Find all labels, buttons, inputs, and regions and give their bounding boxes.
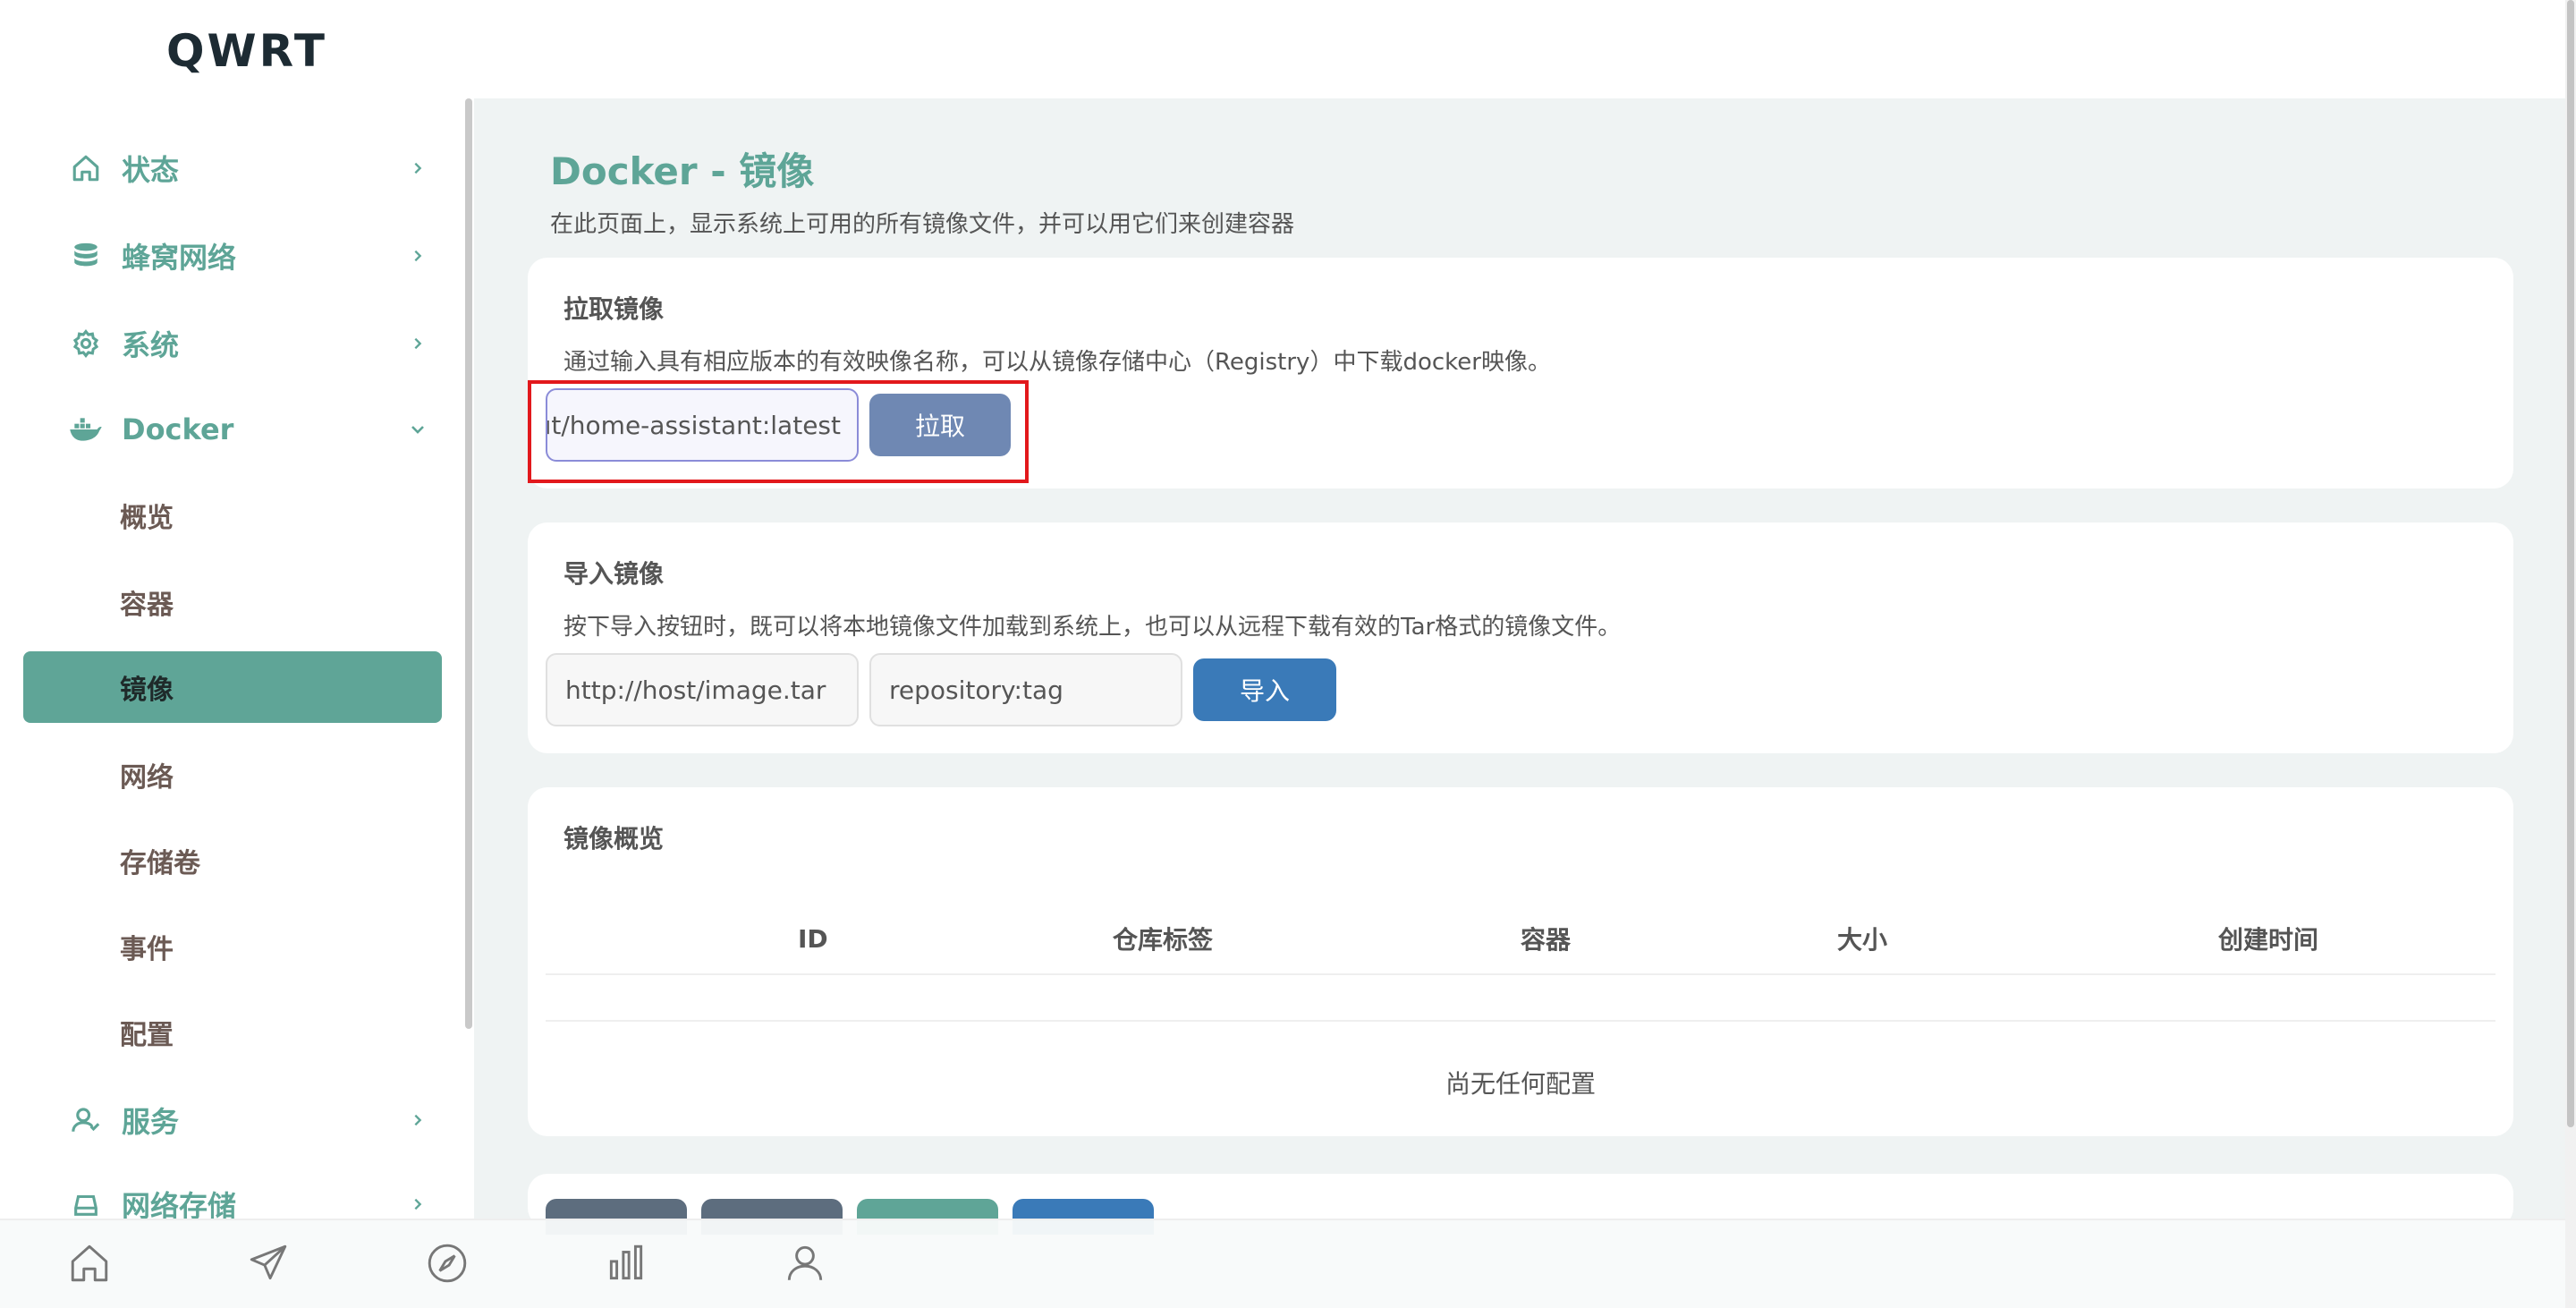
import-button[interactable]: 导入: [1193, 658, 1336, 721]
chevron-right-icon: [406, 1108, 429, 1132]
sidebar-subitem-images[interactable]: 镜像: [23, 651, 442, 723]
import-image-title: 导入镜像: [564, 559, 665, 589]
column-header-containers: 容器: [1521, 925, 1572, 955]
table-header: ID 仓库标签 容器 大小 创建时间: [546, 904, 2496, 975]
page-scrollbar[interactable]: [2565, 0, 2576, 1308]
sidebar-item-label: 状态: [122, 153, 180, 187]
import-image-card: 导入镜像 按下导入按钮时，既可以将本地镜像文件加载到系统上，也可以从远程下载有效…: [528, 522, 2513, 753]
home-icon: [68, 150, 104, 186]
sidebar: 状态 蜂窝网络 系统 Docker 概览 容器 镜像 网络 存储卷 事件 配置 …: [0, 98, 474, 1219]
docker-icon: [68, 412, 104, 447]
main-content: Docker - 镜像 在此页面上，显示系统上可用的所有镜像文件，并可以用它们来…: [474, 98, 2576, 1235]
column-header-id: ID: [798, 923, 828, 954]
image-overview-card: 镜像概览 ID 仓库标签 容器 大小 创建时间 尚无任何配置: [528, 787, 2513, 1136]
sidebar-item-system[interactable]: 系统: [23, 308, 442, 379]
sidebar-item-network-storage[interactable]: 网络存储: [23, 1168, 442, 1219]
user-icon[interactable]: [778, 1236, 832, 1290]
sidebar-subitem-volumes[interactable]: 存储卷: [23, 825, 442, 896]
sidebar-item-label: 服务: [122, 1105, 180, 1139]
bar-chart-icon[interactable]: [599, 1236, 653, 1290]
sidebar-subitem-containers[interactable]: 容器: [23, 566, 442, 638]
top-header: QWRT: [0, 0, 2576, 98]
sidebar-subitem-config[interactable]: 配置: [23, 997, 442, 1068]
chevron-right-icon: [406, 244, 429, 268]
sidebar-scrollbar[interactable]: [465, 98, 472, 1029]
column-header-size: 大小: [1837, 925, 1888, 955]
import-image-description: 按下导入按钮时，既可以将本地镜像文件加载到系统上，也可以从远程下载有效的Tar格…: [564, 614, 1622, 641]
storage-icon: [68, 1186, 104, 1219]
sidebar-item-docker[interactable]: Docker: [23, 394, 442, 465]
database-icon: [68, 238, 104, 274]
chevron-right-icon: [406, 1193, 429, 1216]
import-url-input[interactable]: http://host/image.tar: [546, 653, 859, 726]
sidebar-subitem-overview[interactable]: 概览: [23, 480, 442, 551]
image-overview-title: 镜像概览: [564, 824, 665, 854]
gear-icon: [68, 326, 104, 361]
sidebar-item-label: 蜂窝网络: [122, 241, 237, 275]
sidebar-item-services[interactable]: 服务: [23, 1084, 442, 1156]
page-description: 在此页面上，显示系统上可用的所有镜像文件，并可以用它们来创建容器: [550, 211, 1295, 238]
sidebar-item-label: 系统: [122, 328, 180, 362]
empty-state-message: 尚无任何配置: [1445, 1069, 1596, 1099]
user-icon: [68, 1102, 104, 1138]
import-tag-input[interactable]: repository:tag: [869, 653, 1182, 726]
sidebar-subitem-networks[interactable]: 网络: [23, 739, 442, 811]
sidebar-item-cellular[interactable]: 蜂窝网络: [23, 220, 442, 292]
chevron-down-icon: [406, 418, 429, 441]
brand-logo[interactable]: QWRT: [166, 25, 327, 77]
pull-image-title: 拉取镜像: [564, 294, 665, 324]
page-title: Docker - 镜像: [550, 149, 815, 193]
sidebar-item-status[interactable]: 状态: [23, 132, 442, 204]
home-icon[interactable]: [63, 1236, 116, 1290]
sidebar-subitem-events[interactable]: 事件: [23, 911, 442, 982]
chevron-right-icon: [406, 157, 429, 180]
compass-icon[interactable]: [420, 1236, 474, 1290]
send-icon[interactable]: [242, 1236, 295, 1290]
sidebar-item-label: 网络存储: [122, 1189, 237, 1219]
chevron-right-icon: [406, 332, 429, 355]
table-row: [546, 977, 2496, 1022]
column-header-created: 创建时间: [2218, 925, 2319, 955]
sidebar-item-label: Docker: [122, 412, 234, 446]
highlight-box: [528, 380, 1029, 483]
column-header-repo-tag: 仓库标签: [1113, 925, 1214, 955]
bottom-nav-bar: [0, 1219, 2576, 1308]
page-scrollbar-thumb[interactable]: [2567, 0, 2574, 1127]
pull-image-description: 通过输入具有相应版本的有效映像名称，可以从镜像存储中心（Registry）中下载…: [564, 349, 1551, 376]
